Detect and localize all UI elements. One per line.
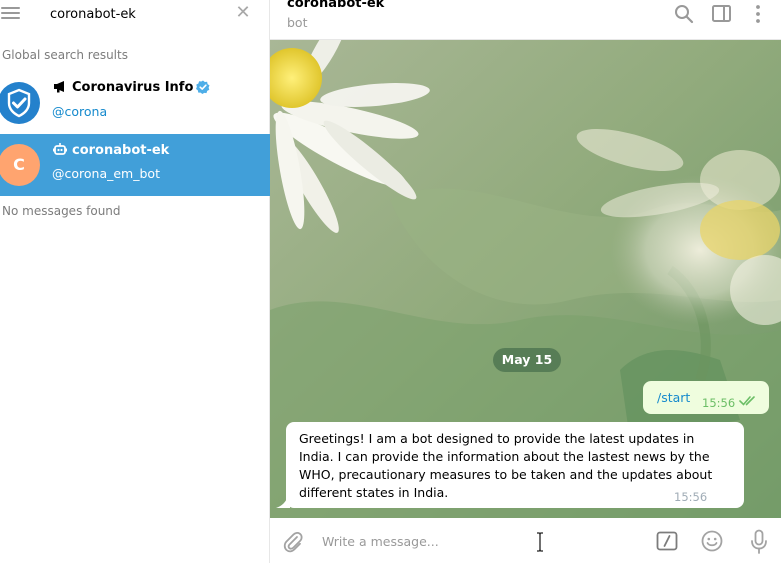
more-vertical-icon[interactable] (747, 4, 769, 24)
hamburger-menu-icon[interactable] (0, 5, 24, 23)
chat-subtitle: bot (287, 15, 308, 30)
search-icon[interactable] (673, 4, 695, 24)
chat-header: coronabot-ek bot (270, 0, 781, 40)
message-composer (270, 518, 781, 563)
emoji-icon[interactable] (701, 530, 723, 552)
date-separator: May 15 (493, 348, 561, 372)
sidebar-toggle-icon[interactable] (711, 4, 733, 24)
no-messages-label: No messages found (2, 204, 121, 218)
paperclip-icon[interactable] (282, 530, 304, 554)
avatar (0, 82, 40, 124)
megaphone-icon (54, 81, 64, 93)
incoming-message[interactable]: Greetings! I am a bot designed to provid… (286, 422, 744, 508)
message-text[interactable]: /start (657, 390, 690, 405)
message-time: 15:56 (702, 396, 736, 410)
chat-title[interactable]: coronabot-ek (287, 0, 384, 11)
text-cursor-icon (537, 532, 543, 552)
message-text[interactable]: Greetings! I am a bot designed to provid… (299, 430, 719, 502)
outgoing-message[interactable]: /start 15:56 (643, 381, 769, 414)
bot-commands-icon[interactable] (656, 531, 678, 551)
close-icon[interactable]: ✕ (233, 2, 253, 24)
left-panel: ✕ Global search results Coronavirus Info… (0, 0, 270, 563)
search-input[interactable] (50, 3, 220, 25)
chat-background: May 15 /start 15:56 Greetings! I am a bo… (270, 40, 781, 518)
shield-check-icon (7, 88, 31, 118)
global-search-results-header: Global search results (2, 48, 128, 62)
search-bar: ✕ (0, 0, 270, 28)
verified-badge-icon (196, 80, 210, 94)
result-name: coronabot-ek (72, 143, 170, 158)
double-check-icon (739, 396, 755, 406)
result-name: Coronavirus Info (72, 80, 194, 95)
bot-icon (53, 143, 67, 155)
avatar: C (0, 144, 40, 186)
chat-panel: coronabot-ek bot May 15 /start 15:56 Gre… (270, 0, 781, 563)
result-handle: @corona (52, 104, 108, 119)
message-input[interactable] (322, 530, 622, 552)
microphone-icon[interactable] (750, 529, 768, 555)
message-time: 15:56 (674, 490, 708, 504)
search-result-coronabot-ek[interactable]: C coronabot-ek @corona_em_bot (0, 134, 270, 196)
result-handle: @corona_em_bot (52, 166, 160, 181)
search-result-coronavirus-info[interactable]: Coronavirus Info @corona (0, 72, 270, 134)
